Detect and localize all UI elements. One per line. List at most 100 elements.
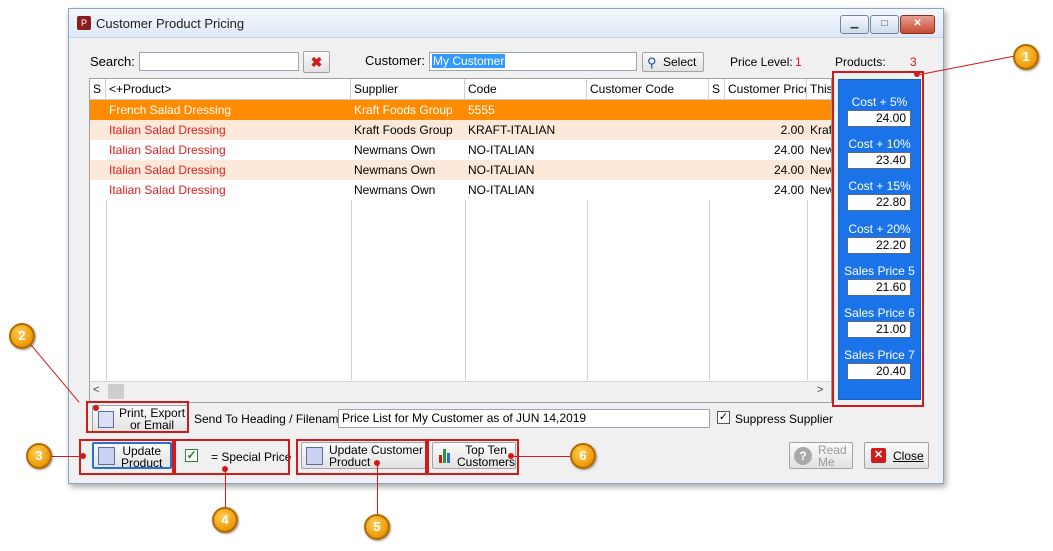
products-count: 3 <box>910 55 917 69</box>
cell-customer-code <box>587 160 709 180</box>
search-input[interactable] <box>139 52 299 71</box>
title-bar[interactable]: P Customer Product Pricing ▁ □ ✕ <box>69 9 943 38</box>
callout-dot-5 <box>374 460 380 466</box>
cell-supplier: Newmans Own <box>354 183 436 197</box>
cell-customer-price: 2.00 <box>780 123 804 137</box>
close-button[interactable]: ✕ Close <box>864 442 929 469</box>
col-header-customer-code[interactable]: Customer Code <box>587 79 709 99</box>
callout-6: 6 <box>570 443 596 469</box>
cell-this <box>807 100 831 120</box>
cell-product: French Salad Dressing <box>109 103 232 117</box>
col-header-code[interactable]: Code <box>465 79 587 99</box>
annotation-box-top-ten <box>427 439 519 475</box>
table-row[interactable]: Italian Salad Dressing Newmans Own NO-IT… <box>90 180 831 200</box>
scroll-right-icon[interactable]: > <box>817 384 823 396</box>
col-header-s2[interactable]: S <box>709 79 725 99</box>
suppress-supplier-checkbox[interactable]: ✓ <box>717 411 730 424</box>
close-label: Close <box>893 449 924 463</box>
minimize-button[interactable]: ▁ <box>840 15 869 34</box>
callout-line-3 <box>52 456 82 457</box>
callout-line-5 <box>377 464 378 514</box>
suppress-supplier-label: Suppress Supplier <box>735 412 834 426</box>
cell-customer-price: 24.00 <box>773 163 804 177</box>
cell-product: Italian Salad Dressing <box>109 123 226 137</box>
product-grid[interactable]: S <+Product> Supplier Code Customer Code… <box>89 78 832 403</box>
callout-line-6 <box>514 456 572 457</box>
cell-supplier: Kraft Foods Group <box>354 123 453 137</box>
price-level-label: Price Level: <box>730 55 793 69</box>
minimize-icon: ▁ <box>850 18 859 29</box>
cell-customer-price <box>725 100 807 120</box>
cell-this: Kraf <box>810 123 832 137</box>
annotation-box-update-product <box>79 439 174 475</box>
horizontal-scrollbar[interactable]: < > <box>90 381 831 402</box>
cell-product: Italian Salad Dressing <box>109 143 226 157</box>
callout-dot-4 <box>222 466 228 472</box>
cell-product: Italian Salad Dressing <box>109 183 226 197</box>
search-label: Search: <box>90 54 135 69</box>
cell-product: Italian Salad Dressing <box>109 163 226 177</box>
callout-dot-6 <box>508 453 514 459</box>
annotation-box-print <box>86 401 189 433</box>
col-header-customer-price[interactable]: Customer Price <box>725 79 807 99</box>
window-title: Customer Product Pricing <box>96 16 245 31</box>
callout-dot-1 <box>914 71 920 77</box>
col-header-this[interactable]: This <box>807 79 831 99</box>
close-icon: ✕ <box>913 18 922 29</box>
select-customer-button[interactable]: ⚲ Select <box>642 52 704 72</box>
cell-customer-price: 24.00 <box>773 143 804 157</box>
cell-code: NO-ITALIAN <box>468 163 535 177</box>
price-level-value: 1 <box>795 55 802 69</box>
close-window-button[interactable]: ✕ <box>900 15 935 34</box>
read-me-label-2: Me <box>818 455 835 469</box>
maximize-icon: □ <box>881 18 888 29</box>
scroll-left-icon[interactable]: < <box>93 384 99 396</box>
table-row[interactable]: French Salad Dressing Kraft Foods Group … <box>90 100 831 120</box>
cell-supplier: Newmans Own <box>354 163 436 177</box>
help-icon: ? <box>794 447 812 465</box>
table-row[interactable]: Italian Salad Dressing Newmans Own NO-IT… <box>90 160 831 180</box>
close-x-icon: ✕ <box>871 448 886 463</box>
callout-2: 2 <box>9 323 35 349</box>
cell-customer-code <box>587 100 709 120</box>
customer-product-pricing-window: P Customer Product Pricing ▁ □ ✕ Search:… <box>68 8 944 484</box>
col-header-s[interactable]: S <box>90 79 106 99</box>
grid-header: S <+Product> Supplier Code Customer Code… <box>90 79 831 100</box>
annotation-box-special-price <box>174 439 290 475</box>
col-header-product[interactable]: <+Product> <box>106 79 351 99</box>
cell-supplier: Newmans Own <box>354 143 436 157</box>
select-label: Select <box>663 55 697 69</box>
col-header-supplier[interactable]: Supplier <box>351 79 465 99</box>
cell-this: New <box>810 183 832 197</box>
callout-dot-2 <box>93 405 99 411</box>
callout-1: 1 <box>1013 44 1039 70</box>
maximize-button[interactable]: □ <box>870 15 899 34</box>
scroll-thumb[interactable] <box>108 384 124 399</box>
app-icon: P <box>77 16 91 30</box>
customer-value: My Customer <box>432 54 506 68</box>
callout-4: 4 <box>212 507 238 533</box>
table-row[interactable]: Italian Salad Dressing Newmans Own NO-IT… <box>90 140 831 160</box>
filename-input[interactable]: Price List for My Customer as of JUN 14,… <box>338 409 710 428</box>
callout-dot-3 <box>80 453 86 459</box>
callout-line-4 <box>225 471 226 507</box>
cell-code: KRAFT-ITALIAN <box>468 123 556 137</box>
clear-x-icon: ✖ <box>310 54 323 70</box>
annotation-box-price-panel <box>832 71 924 407</box>
checkmark-icon: ✓ <box>718 411 729 423</box>
cell-customer-code <box>587 140 709 160</box>
cell-customer-code <box>587 120 709 140</box>
table-row[interactable]: Italian Salad Dressing Kraft Foods Group… <box>90 120 831 140</box>
customer-label: Customer: <box>365 53 425 68</box>
callout-5: 5 <box>364 514 390 540</box>
cell-this: New <box>810 143 832 157</box>
clear-search-button[interactable]: ✖ <box>303 51 330 73</box>
cell-code: NO-ITALIAN <box>468 183 535 197</box>
customer-input[interactable]: My Customer <box>429 52 637 71</box>
read-me-button[interactable]: ? Read Me <box>789 442 853 469</box>
cell-customer-code <box>587 180 709 200</box>
send-to-label: Send To Heading / Filename: <box>194 412 349 426</box>
magnifier-icon: ⚲ <box>647 55 657 70</box>
cell-code: 5555 <box>468 103 495 117</box>
products-label: Products: <box>835 55 886 69</box>
